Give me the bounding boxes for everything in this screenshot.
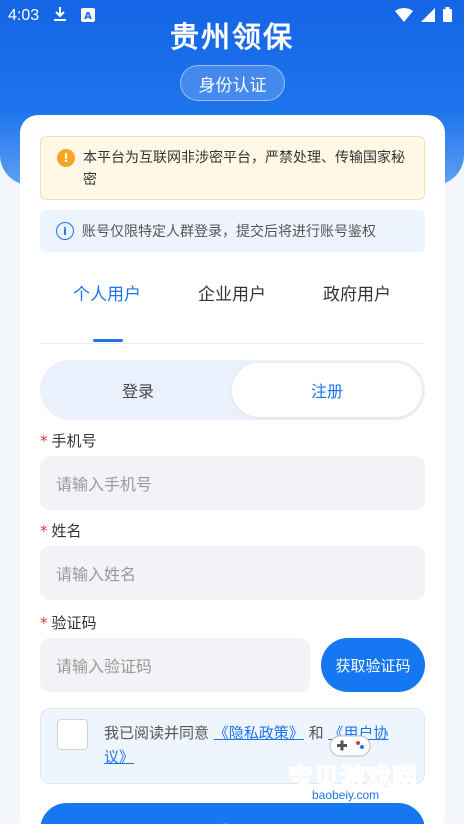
- required-mark: *: [40, 432, 48, 450]
- info-text: 账号仅限特定人群登录，提交后将进行账号鉴权: [82, 224, 376, 240]
- tab-enterprise-user[interactable]: 企业用户: [177, 280, 287, 305]
- phone-label: * 手机号: [40, 432, 97, 450]
- name-placeholder: 请输入姓名: [56, 565, 137, 584]
- active-tab-indicator: [93, 339, 123, 342]
- get-code-button[interactable]: 获取验证码: [321, 638, 425, 692]
- tab-government-user[interactable]: 政府用户: [302, 280, 412, 305]
- page-subtitle: 身份认证: [180, 65, 285, 101]
- tab-personal-user[interactable]: 个人用户: [52, 280, 162, 305]
- login-register-switch: 登录 注册: [40, 360, 425, 420]
- code-placeholder: 请输入验证码: [56, 657, 153, 676]
- phone-input[interactable]: 请输入手机号: [40, 456, 425, 510]
- warning-icon: !: [57, 149, 75, 167]
- watermark-logo: 宝贝游戏网 baobeiy.com: [287, 730, 438, 810]
- warning-text: 本平台为互联网非涉密平台，严禁处理、传输国家秘密: [83, 150, 405, 188]
- required-mark: *: [40, 522, 48, 540]
- form-card: ! 本平台为互联网非涉密平台，严禁处理、传输国家秘密 i 账号仅限特定人群登录，…: [20, 115, 445, 824]
- code-input[interactable]: 请输入验证码: [40, 638, 310, 692]
- app-title: 贵州领保: [169, 20, 294, 54]
- phone-placeholder: 请输入手机号: [56, 475, 153, 494]
- register-toggle[interactable]: 注册: [232, 363, 422, 417]
- agreement-checkbox[interactable]: [57, 719, 88, 750]
- warning-notice: ! 本平台为互联网非涉密平台，严禁处理、传输国家秘密: [40, 136, 425, 200]
- code-label: * 验证码: [40, 614, 97, 632]
- name-label: * 姓名: [40, 522, 82, 540]
- required-mark: *: [40, 614, 48, 632]
- login-toggle[interactable]: 登录: [43, 363, 233, 417]
- watermark-url: baobeiy.com: [312, 788, 380, 802]
- gamepad-icon: [329, 735, 371, 757]
- info-notice: i 账号仅限特定人群登录，提交后将进行账号鉴权: [40, 210, 425, 252]
- name-input[interactable]: 请输入姓名: [40, 546, 425, 600]
- info-icon: i: [56, 222, 74, 240]
- tabs-divider: [40, 343, 425, 344]
